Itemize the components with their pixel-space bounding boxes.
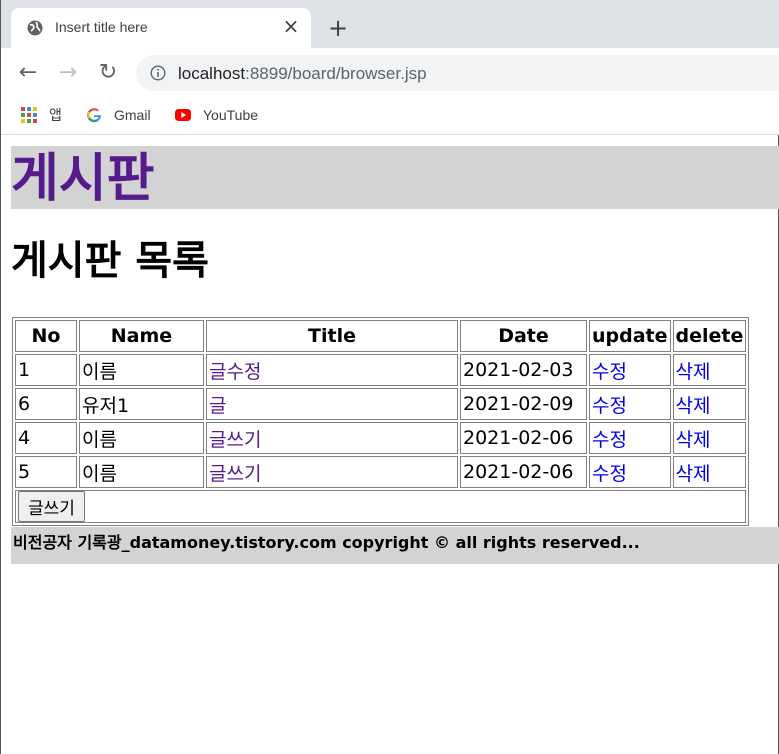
url-host: localhost xyxy=(178,64,246,83)
footer: 비전공자 기록광_datamoney.tistory.com copyright… xyxy=(11,527,779,564)
table-row: 1 이름 글수정 2021-02-03 수정 삭제 xyxy=(15,354,747,386)
page-title: 게시판 목록 xyxy=(11,238,209,284)
title-link[interactable]: 글 xyxy=(209,395,226,417)
forward-button[interactable]: → xyxy=(55,60,81,86)
column-header-date: Date xyxy=(460,320,587,352)
cell-no: 4 xyxy=(15,422,77,454)
new-tab-button[interactable]: + xyxy=(323,14,353,44)
cell-name: 유저1 xyxy=(79,388,204,420)
column-header-delete: delete xyxy=(672,320,747,352)
cell-no: 1 xyxy=(15,354,77,386)
cell-date: 2021-02-09 xyxy=(460,388,587,420)
cell-name: 이름 xyxy=(79,354,204,386)
tab-strip: Insert title here × + xyxy=(1,0,779,48)
cell-date: 2021-02-06 xyxy=(460,422,587,454)
cell-title: 글 xyxy=(206,388,458,420)
bookmarks-bar: 앱 Gmail YouTube xyxy=(1,98,779,135)
board-table: No Name Title Date update delete 1 이름 글수… xyxy=(12,317,750,526)
cell-update: 수정 xyxy=(589,354,671,386)
back-button[interactable]: ← xyxy=(15,60,41,86)
delete-link[interactable]: 삭제 xyxy=(676,429,711,451)
column-header-title: Title xyxy=(206,320,458,352)
cell-delete: 삭제 xyxy=(672,354,747,386)
table-row: 4 이름 글쓰기 2021-02-06 수정 삭제 xyxy=(15,422,747,454)
cell-name: 이름 xyxy=(79,456,204,488)
cell-title: 글쓰기 xyxy=(206,456,458,488)
update-link[interactable]: 수정 xyxy=(592,361,627,383)
update-link[interactable]: 수정 xyxy=(592,429,627,451)
bookmark-label: Gmail xyxy=(114,107,151,123)
url-text: localhost:8899/board/browser.jsp xyxy=(178,64,427,84)
title-link[interactable]: 글수정 xyxy=(209,361,261,383)
title-link[interactable]: 글쓰기 xyxy=(209,429,261,451)
url-path: :8899/board/browser.jsp xyxy=(245,64,427,83)
close-tab-icon[interactable]: × xyxy=(279,14,303,38)
write-button[interactable]: 글쓰기 xyxy=(18,491,85,522)
cell-no: 6 xyxy=(15,388,77,420)
column-header-update: update xyxy=(589,320,671,352)
browser-tab[interactable]: Insert title here × xyxy=(11,8,311,48)
google-icon xyxy=(87,108,102,123)
write-cell: 글쓰기 xyxy=(15,490,747,523)
reload-button[interactable]: ↻ xyxy=(95,60,121,86)
cell-title: 글쓰기 xyxy=(206,422,458,454)
cell-no: 5 xyxy=(15,456,77,488)
column-header-name: Name xyxy=(79,320,204,352)
browser-toolbar: ← → ↻ localhost:8899/board/browser.jsp xyxy=(1,48,779,98)
delete-link[interactable]: 삭제 xyxy=(676,463,711,485)
bookmark-gmail[interactable]: Gmail xyxy=(86,104,151,126)
tab-title: Insert title here xyxy=(55,19,148,35)
table-row: 6 유저1 글 2021-02-09 수정 삭제 xyxy=(15,388,747,420)
cell-delete: 삭제 xyxy=(672,388,747,420)
cell-update: 수정 xyxy=(589,456,671,488)
cell-date: 2021-02-06 xyxy=(460,456,587,488)
youtube-icon xyxy=(175,109,191,121)
update-link[interactable]: 수정 xyxy=(592,395,627,417)
footer-text: 비전공자 기록광_datamoney.tistory.com copyright… xyxy=(13,533,640,552)
globe-icon xyxy=(27,20,43,36)
cell-update: 수정 xyxy=(589,388,671,420)
bookmark-label: 앱 xyxy=(49,107,62,123)
cell-title: 글수정 xyxy=(206,354,458,386)
cell-date: 2021-02-03 xyxy=(460,354,587,386)
delete-link[interactable]: 삭제 xyxy=(676,361,711,383)
cell-delete: 삭제 xyxy=(672,456,747,488)
bookmark-label: YouTube xyxy=(203,107,259,123)
banner: 게시판 xyxy=(11,146,779,209)
cell-name: 이름 xyxy=(79,422,204,454)
info-icon[interactable] xyxy=(150,65,166,81)
banner-title[interactable]: 게시판 xyxy=(11,146,155,212)
title-link[interactable]: 글쓰기 xyxy=(209,463,261,485)
delete-link[interactable]: 삭제 xyxy=(676,395,711,417)
write-row: 글쓰기 xyxy=(15,490,747,523)
address-bar[interactable]: localhost:8899/board/browser.jsp xyxy=(136,55,779,91)
cell-update: 수정 xyxy=(589,422,671,454)
bookmark-apps[interactable]: 앱 xyxy=(21,104,62,126)
table-header-row: No Name Title Date update delete xyxy=(15,320,747,352)
column-header-no: No xyxy=(15,320,77,352)
table-row: 5 이름 글쓰기 2021-02-06 수정 삭제 xyxy=(15,456,747,488)
apps-grid-icon xyxy=(21,107,37,123)
cell-delete: 삭제 xyxy=(672,422,747,454)
bookmark-youtube[interactable]: YouTube xyxy=(175,104,258,126)
update-link[interactable]: 수정 xyxy=(592,463,627,485)
